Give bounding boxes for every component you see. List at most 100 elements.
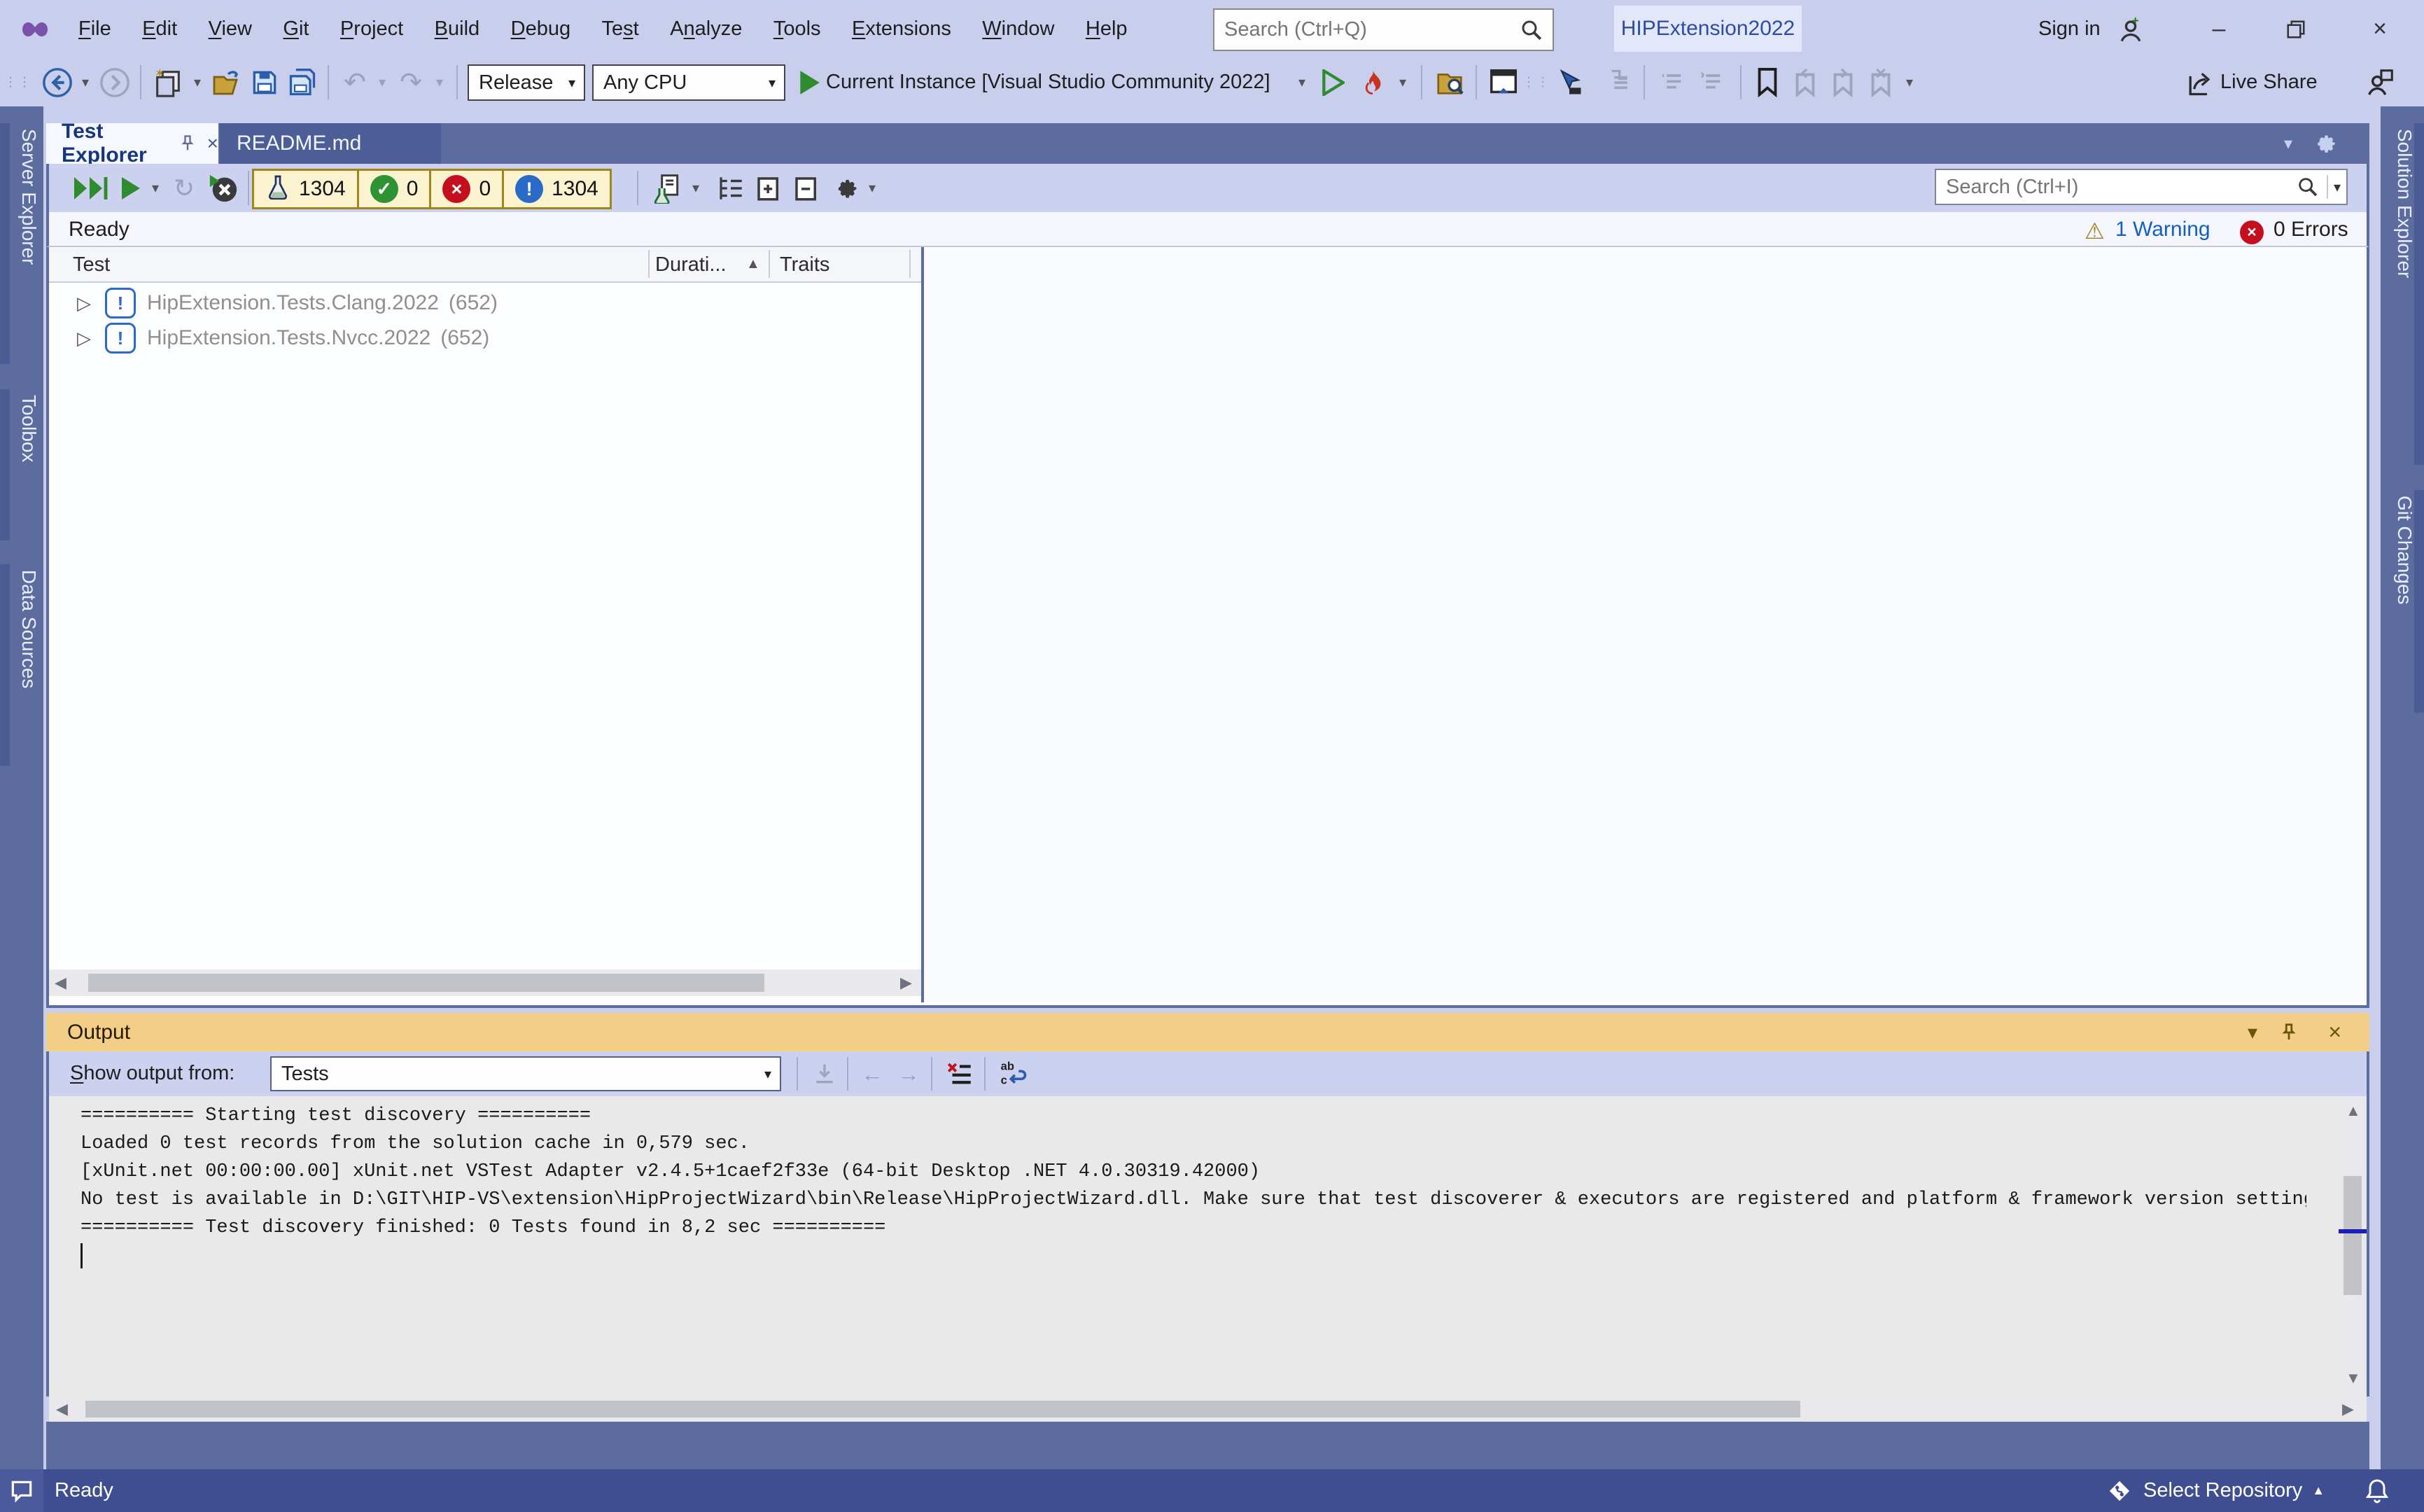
sidebar-tab-data-sources[interactable]: Data Sources xyxy=(0,564,43,766)
close-tab-icon[interactable]: × xyxy=(207,132,218,155)
run-tests-dropdown[interactable]: ▾ xyxy=(147,164,164,212)
column-guide-icon[interactable]: ⋮⋮ xyxy=(1527,58,1546,106)
new-project-dropdown[interactable]: ▾ xyxy=(189,58,206,106)
navigate-window-home-icon[interactable] xyxy=(1484,58,1523,106)
menu-git[interactable]: Git xyxy=(269,0,323,58)
document-outline-icon[interactable] xyxy=(1597,58,1637,106)
select-repository-button[interactable]: Select Repository ▲ xyxy=(2106,1469,2325,1512)
scroll-left-icon[interactable]: ◀ xyxy=(56,1401,68,1417)
start-without-debugging-icon[interactable] xyxy=(1317,58,1348,106)
undo-dropdown[interactable]: ▾ xyxy=(374,58,391,106)
settings-gear-icon[interactable] xyxy=(827,164,862,212)
scroll-right-icon[interactable]: ▶ xyxy=(2342,1401,2354,1417)
scroll-right-icon[interactable]: ▶ xyxy=(900,975,912,990)
uncomment-icon[interactable] xyxy=(1693,58,1729,106)
output-vscrollbar[interactable]: ▲ ▼ xyxy=(2339,1096,2367,1396)
menu-project[interactable]: Project xyxy=(326,0,417,58)
close-panel-icon[interactable]: × xyxy=(2328,1013,2341,1051)
scrollbar-thumb[interactable] xyxy=(85,1401,1800,1418)
comment-out-icon[interactable] xyxy=(1653,58,1690,106)
navigate-back-dropdown[interactable]: ▾ xyxy=(77,58,94,106)
column-divider[interactable] xyxy=(648,250,650,278)
run-all-tests-icon[interactable] xyxy=(70,164,112,212)
navigate-back-button[interactable] xyxy=(39,58,76,106)
column-divider[interactable] xyxy=(909,250,911,278)
save-all-button[interactable] xyxy=(284,58,321,106)
output-panel-titlebar[interactable]: Output ▾ × xyxy=(46,1013,2369,1051)
start-debug-icon[interactable] xyxy=(794,58,825,106)
badge-not-run-tests[interactable]: ! 1304 xyxy=(504,171,610,207)
minimize-button[interactable]: – xyxy=(2194,0,2243,58)
platform-dropdown[interactable]: Any CPU▾ xyxy=(592,64,785,101)
live-share-icon[interactable] xyxy=(2181,58,2218,106)
test-search-input[interactable] xyxy=(1936,175,2289,200)
tab-readme-md[interactable]: README.md xyxy=(220,123,441,164)
word-wrap-icon[interactable]: abc xyxy=(994,1051,1033,1096)
toolbar-drag-handle-icon[interactable]: ⋮⋮ xyxy=(13,58,24,106)
column-traits[interactable]: Traits xyxy=(780,253,829,276)
selection-pointer-icon[interactable] xyxy=(1550,58,1589,106)
clear-bookmarks-icon[interactable] xyxy=(1863,58,1898,106)
quick-launch-input[interactable] xyxy=(1214,18,1519,42)
menu-file[interactable]: File xyxy=(64,0,125,58)
hot-reload-icon[interactable] xyxy=(1354,58,1392,106)
feedback-icon[interactable] xyxy=(0,1469,43,1512)
menu-analyze[interactable]: Analyze xyxy=(656,0,756,58)
badge-failed-tests[interactable]: × 0 xyxy=(431,171,504,207)
scrollbar-thumb[interactable] xyxy=(88,974,764,992)
group-by-icon[interactable] xyxy=(713,164,749,212)
redo-button[interactable]: ↷ xyxy=(393,58,428,106)
scroll-down-icon[interactable]: ▼ xyxy=(2346,1371,2361,1386)
panel-options-gear-icon[interactable] xyxy=(2309,129,2339,158)
close-button[interactable]: × xyxy=(2355,0,2404,58)
feedback-person-icon[interactable] xyxy=(2360,58,2400,106)
user-profile-icon[interactable]: + xyxy=(2115,15,2146,46)
sidebar-tab-solution-explorer[interactable]: Solution Explorer xyxy=(2381,123,2424,465)
quick-launch-search[interactable] xyxy=(1213,8,1554,51)
sidebar-tab-server-explorer[interactable]: Server Explorer xyxy=(0,123,43,364)
scrollbar-thumb[interactable] xyxy=(2344,1176,2362,1295)
repeat-last-run-icon[interactable]: ↻ xyxy=(167,164,202,212)
settings-dropdown[interactable]: ▾ xyxy=(864,164,881,212)
expander-icon[interactable]: ▷ xyxy=(77,328,91,349)
hot-reload-dropdown[interactable]: ▾ xyxy=(1394,58,1411,106)
clear-all-icon[interactable] xyxy=(941,1051,979,1096)
navigate-forward-button[interactable] xyxy=(97,58,133,106)
pin-icon[interactable] xyxy=(2278,1013,2299,1051)
expand-all-icon[interactable] xyxy=(750,164,787,212)
errors-label[interactable]: 0 Errors xyxy=(2274,218,2348,241)
next-bookmark-icon[interactable] xyxy=(1826,58,1861,106)
run-tests-icon[interactable] xyxy=(116,164,144,212)
toolbar-overflow-dropdown[interactable]: ▾ xyxy=(1901,58,1918,106)
undo-button[interactable]: ↶ xyxy=(337,58,372,106)
tab-test-explorer[interactable]: Test Explorer × xyxy=(46,123,218,164)
solution-name-badge[interactable]: HIPExtension2022 xyxy=(1614,6,1802,52)
column-duration[interactable]: Durati... xyxy=(655,253,745,276)
notifications-bell-icon[interactable] xyxy=(2363,1469,2391,1512)
test-list-hscrollbar[interactable]: ◀ ▶ xyxy=(49,969,921,996)
sign-in-button[interactable]: Sign in xyxy=(2038,0,2101,58)
output-console[interactable]: ========== Starting test discovery =====… xyxy=(46,1096,2369,1396)
menu-test[interactable]: Test xyxy=(588,0,653,58)
start-debug-button[interactable]: Current Instance [Visual Studio Communit… xyxy=(826,58,1270,106)
output-source-dropdown[interactable]: Tests ▾ xyxy=(270,1056,781,1091)
new-project-button[interactable]: ✶ xyxy=(148,58,188,106)
previous-message-icon[interactable]: ← xyxy=(855,1051,889,1096)
scroll-up-icon[interactable]: ▲ xyxy=(2346,1103,2361,1119)
previous-bookmark-icon[interactable] xyxy=(1788,58,1823,106)
column-divider[interactable] xyxy=(769,250,770,278)
menu-extensions[interactable]: Extensions xyxy=(838,0,965,58)
collapse-all-icon[interactable] xyxy=(788,164,825,212)
column-test[interactable]: Test xyxy=(73,253,110,276)
open-file-button[interactable] xyxy=(207,58,246,106)
menu-tools[interactable]: Tools xyxy=(759,0,835,58)
menu-edit[interactable]: Edit xyxy=(128,0,191,58)
toggle-bookmark-icon[interactable] xyxy=(1750,58,1785,106)
tab-list-dropdown[interactable]: ▾ xyxy=(2284,123,2292,164)
menu-help[interactable]: Help xyxy=(1072,0,1142,58)
menu-window[interactable]: Window xyxy=(968,0,1068,58)
test-playlist-icon[interactable] xyxy=(648,164,686,212)
window-position-dropdown[interactable]: ▾ xyxy=(2248,1013,2257,1051)
next-message-icon[interactable]: → xyxy=(892,1051,925,1096)
test-search-box[interactable]: ▾ xyxy=(1935,169,2348,205)
